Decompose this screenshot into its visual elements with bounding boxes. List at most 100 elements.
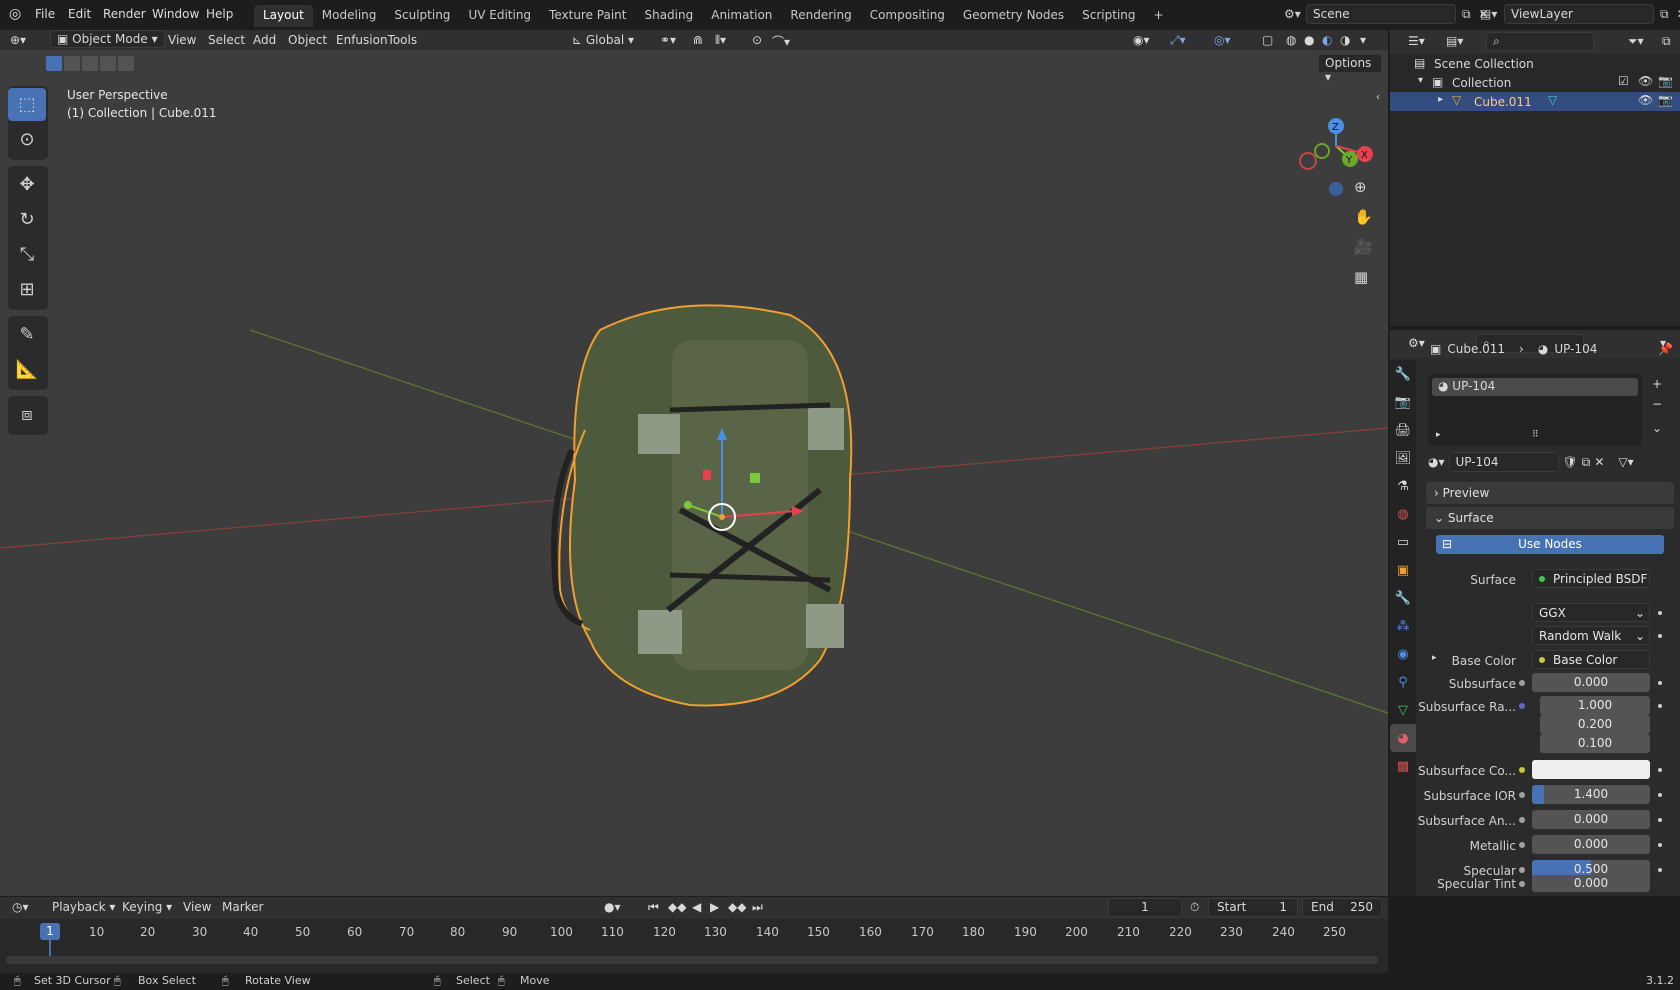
scene-icon[interactable]: ⚙▾ [1284, 7, 1306, 21]
preview-panel-header[interactable]: › Preview [1426, 482, 1674, 504]
slot-resize-handle-icon[interactable]: ⠿ [1532, 430, 1539, 440]
keyframe-dot-icon[interactable] [1658, 768, 1662, 772]
menu-help[interactable]: Help [206, 7, 233, 21]
tab-layout[interactable]: Layout [254, 5, 313, 27]
expand-object-icon[interactable]: ▸ [1438, 94, 1443, 105]
timeline-view-menu[interactable]: View [183, 900, 211, 914]
physics-tab-icon[interactable]: ◉ [1390, 640, 1416, 668]
exclude-checkbox-icon[interactable]: ☑ [1618, 74, 1629, 88]
tab-animation[interactable]: Animation [702, 5, 781, 27]
menu-window[interactable]: Window [152, 7, 199, 21]
tab-scripting[interactable]: Scripting [1073, 5, 1144, 27]
playback-menu[interactable]: Playback ▾ [52, 900, 115, 914]
use-nodes-button[interactable]: ⊟ Use Nodes [1436, 535, 1664, 554]
subsurface-radius-z-field[interactable]: 0.100 [1540, 734, 1650, 753]
outliner-editor-icon[interactable]: ☰▾ [1408, 34, 1425, 48]
filter-icon[interactable]: ⏷▾ [1628, 34, 1644, 49]
outliner-row-collection[interactable]: ▾ ▣ Collection ☑ 👁 📷 [1390, 73, 1680, 92]
subsurface-field[interactable]: 0.000 [1532, 673, 1650, 692]
tab-shading[interactable]: Shading [635, 5, 702, 27]
outliner-row-scene-collection[interactable]: ▤ Scene Collection [1390, 54, 1680, 73]
jump-end-icon[interactable]: ⏭ [752, 900, 763, 915]
timeline-ruler[interactable]: 1 10 20 30 40 50 60 70 80 90 100 110 120… [0, 921, 1388, 964]
start-frame-field[interactable]: Start 1 [1208, 898, 1298, 917]
subsurface-ior-field[interactable]: 1.400 [1532, 785, 1650, 804]
stopwatch-icon[interactable]: ⏱ [1190, 900, 1199, 915]
viewlayer-icon[interactable]: ▤▾ [1480, 7, 1504, 21]
scale-tool-icon[interactable]: ⤡ [8, 238, 46, 271]
properties-editor-icon[interactable]: ⚙▾ [1408, 336, 1425, 350]
link-dropdown-icon[interactable]: ▽▾ [1618, 455, 1633, 469]
keyframe-dot-icon[interactable] [1658, 843, 1662, 847]
keyframe-dot-icon[interactable] [1658, 611, 1662, 615]
socket-dot-icon[interactable] [1519, 842, 1525, 848]
surface-panel-header[interactable]: ⌄ Surface [1426, 507, 1674, 529]
tab-geometry-nodes[interactable]: Geometry Nodes [954, 5, 1073, 27]
slot-specials-icon[interactable]: ⌄ [1652, 418, 1662, 438]
blender-logo-icon[interactable]: ◎ [9, 6, 21, 22]
timeline-scrollbar[interactable] [6, 956, 1378, 964]
tab-rendering[interactable]: Rendering [781, 5, 860, 27]
fake-user-icon[interactable]: 🛡 [1563, 455, 1578, 469]
play-icon[interactable]: ▶ [710, 900, 719, 914]
eye-icon[interactable]: 👁 [1638, 74, 1653, 88]
zoom-icon[interactable]: ⊕ [1354, 172, 1373, 202]
tab-sculpting[interactable]: Sculpting [385, 5, 459, 27]
play-reverse-icon[interactable]: ◀ [692, 900, 701, 914]
view-layer-tab-icon[interactable]: 🖼 [1390, 444, 1416, 472]
prev-keyframe-icon[interactable]: ◆◆ [668, 900, 686, 914]
keyframe-dot-icon[interactable] [1658, 704, 1662, 708]
texture-tab-icon[interactable]: ▩ [1390, 752, 1416, 780]
color-socket-icon[interactable] [1519, 767, 1525, 773]
socket-dot-icon[interactable] [1519, 680, 1525, 686]
duplicate-material-icon[interactable]: ⧉ [1582, 455, 1591, 470]
auto-keying-icon[interactable]: ●▾ [604, 900, 621, 914]
object-tab-icon[interactable]: ▣ [1390, 556, 1416, 584]
current-frame-field[interactable]: 1 [1108, 898, 1182, 917]
expand-collection-icon[interactable]: ▾ [1418, 75, 1423, 86]
menu-file[interactable]: File [35, 7, 55, 21]
socket-dot-icon[interactable] [1519, 792, 1525, 798]
specular-tint-field[interactable]: 0.000 [1532, 875, 1650, 892]
material-slot[interactable]: ◕ UP-104 [1432, 378, 1638, 396]
material-tab-icon[interactable]: ◕ [1390, 724, 1416, 752]
metallic-field[interactable]: 0.000 [1532, 835, 1650, 854]
output-tab-icon[interactable]: 🖨 [1390, 416, 1416, 444]
pan-hand-icon[interactable]: ✋ [1354, 202, 1373, 232]
mesh-data-tab-icon[interactable]: ▽ [1390, 696, 1416, 724]
material-browse-icon[interactable]: ◕▾ [1428, 455, 1445, 469]
unlink-material-icon[interactable]: ✕ [1594, 455, 1604, 469]
socket-dot-icon[interactable] [1519, 817, 1525, 823]
scene-tab-icon[interactable]: ⚗ [1390, 472, 1416, 500]
eye-icon[interactable]: 👁 [1638, 93, 1653, 107]
outliner-search-input[interactable]: ⌕ [1486, 32, 1594, 51]
copy-viewlayer-icon[interactable]: ⧉ [1660, 7, 1669, 22]
measure-tool-icon[interactable]: 📐 [8, 353, 46, 386]
keyframe-dot-icon[interactable] [1658, 634, 1662, 638]
particles-tab-icon[interactable]: ⁂ [1390, 612, 1416, 640]
menu-render[interactable]: Render [103, 7, 146, 21]
constraints-tab-icon[interactable]: ⚲ [1390, 668, 1416, 696]
render-camera-icon[interactable]: 📷 [1658, 74, 1673, 88]
world-tab-icon[interactable]: ◍ [1390, 500, 1416, 528]
end-frame-field[interactable]: End 250 [1302, 898, 1382, 917]
select-box-tool-icon[interactable]: ⬚ [8, 88, 46, 121]
transform-tool-icon[interactable]: ⊞ [8, 273, 46, 306]
add-workspace-button[interactable]: + [1145, 5, 1173, 27]
add-cube-tool-icon[interactable]: ⧈ [8, 398, 46, 431]
vector-socket-icon[interactable] [1519, 703, 1525, 709]
expand-input-icon[interactable]: ▸ [1432, 653, 1437, 663]
playhead[interactable]: 1 [40, 923, 60, 940]
tool-tab-icon[interactable]: 🔧 [1390, 360, 1416, 388]
display-mode-icon[interactable]: ▤▾ [1446, 34, 1463, 48]
keyframe-dot-icon[interactable] [1658, 868, 1662, 872]
slot-expand-icon[interactable]: ▸ [1436, 430, 1441, 440]
render-camera-icon[interactable]: 📷 [1658, 93, 1673, 107]
camera-view-icon[interactable]: 🎥 [1354, 232, 1373, 262]
tab-modeling[interactable]: Modeling [313, 5, 386, 27]
remove-slot-icon[interactable]: − [1652, 394, 1662, 414]
socket-dot-icon[interactable] [1519, 867, 1525, 873]
subsurface-method-dropdown[interactable]: Random Walk ⌄ [1532, 626, 1650, 645]
viewlayer-field[interactable]: ViewLayer [1504, 4, 1654, 24]
cursor-tool-icon[interactable]: ⊙ [8, 123, 46, 156]
